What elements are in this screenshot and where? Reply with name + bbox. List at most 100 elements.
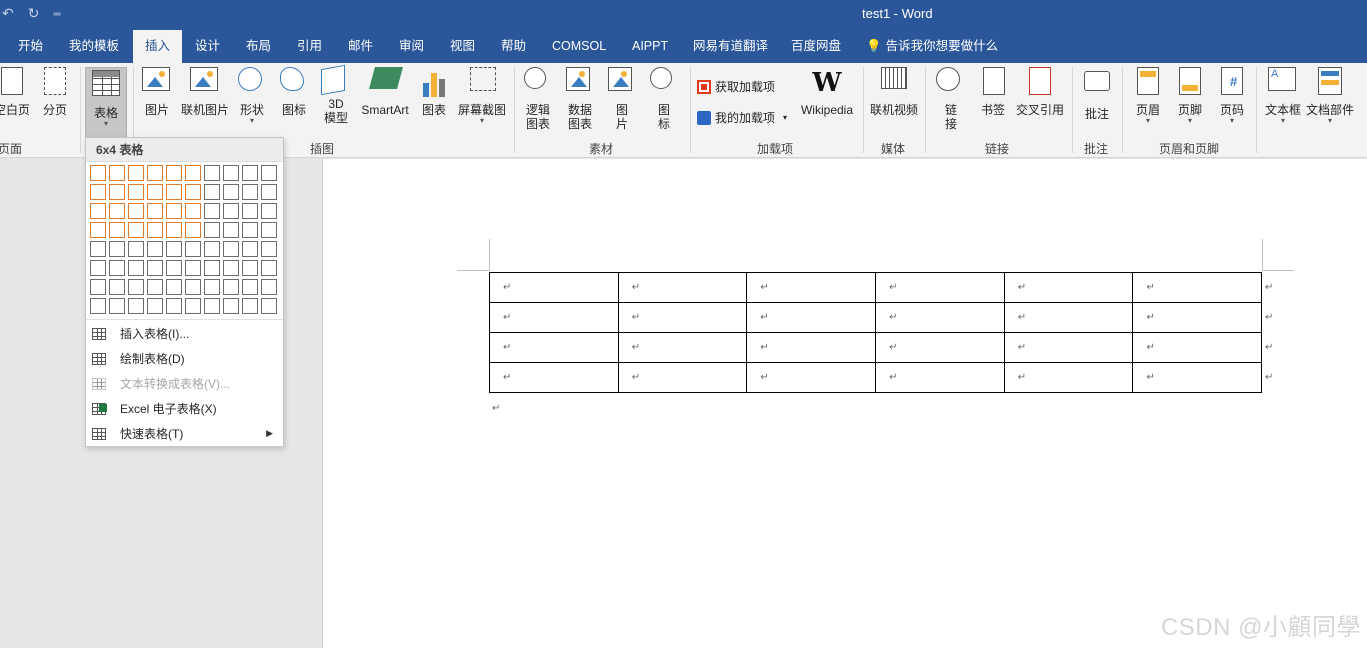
document-page[interactable] — [323, 159, 1367, 648]
online-video-button[interactable]: 联机视频 — [869, 67, 919, 117]
table-grid-cell[interactable] — [261, 260, 277, 276]
footer-button[interactable]: 页脚 ▾ — [1175, 67, 1205, 125]
table-cell[interactable]: ↵ — [746, 302, 877, 333]
insert-table-item[interactable]: 插入表格(I)... — [86, 321, 283, 346]
table-grid-cell[interactable] — [223, 222, 239, 238]
table-grid-cell[interactable] — [166, 222, 182, 238]
tab-view[interactable]: 视图 — [450, 30, 475, 63]
table-grid-cell[interactable] — [147, 279, 163, 295]
table-grid-cell[interactable] — [147, 184, 163, 200]
table-grid-cell[interactable] — [242, 203, 258, 219]
table-grid-cell[interactable] — [261, 241, 277, 257]
table-cell[interactable]: ↵ — [489, 272, 619, 303]
table-grid-cell[interactable] — [128, 298, 144, 314]
table-grid-cell[interactable] — [223, 298, 239, 314]
table-grid-cell[interactable] — [90, 184, 106, 200]
screenshot-button[interactable]: 屏幕截图 ▾ — [457, 67, 507, 125]
table-row[interactable]: ↵ ↵ ↵ ↵ ↵ ↵ — [489, 332, 1263, 363]
table-grid-cell[interactable] — [242, 279, 258, 295]
table-grid-cell[interactable] — [242, 241, 258, 257]
table-grid-cell[interactable] — [166, 203, 182, 219]
table-grid-cell[interactable] — [204, 203, 220, 219]
table-grid-cell[interactable] — [185, 184, 201, 200]
tab-review[interactable]: 审阅 — [399, 30, 424, 63]
table-grid-cell[interactable] — [223, 184, 239, 200]
table-cell[interactable]: ↵ — [617, 332, 748, 363]
table-cell[interactable]: ↵ — [746, 332, 877, 363]
table-cell[interactable]: ↵ — [746, 362, 877, 393]
table-grid-cell[interactable] — [147, 298, 163, 314]
table-cell[interactable]: ↵ — [875, 272, 1005, 303]
quick-tables-item[interactable]: 快速表格(T) ▶ — [86, 421, 283, 446]
table-grid-cell[interactable] — [166, 260, 182, 276]
table-grid-cell[interactable] — [90, 260, 106, 276]
table-grid-cell[interactable] — [261, 184, 277, 200]
material-picture-button[interactable]: 图 片 — [608, 67, 636, 131]
table-grid-cell[interactable] — [261, 165, 277, 181]
table-grid-cell[interactable] — [185, 203, 201, 219]
get-addins-button[interactable]: 获取加载项 — [697, 78, 775, 95]
link-button[interactable]: 链 接 — [935, 67, 967, 131]
tab-insert[interactable]: 插入 — [133, 30, 182, 63]
table-grid-cell[interactable] — [242, 298, 258, 314]
table-cell[interactable]: ↵ — [617, 272, 748, 303]
table-grid-cell[interactable] — [109, 260, 125, 276]
tab-references[interactable]: 引用 — [297, 30, 322, 63]
3d-model-button[interactable]: 3D 模型 — [321, 64, 351, 125]
table-grid-cell[interactable] — [166, 241, 182, 257]
table-grid-cell[interactable] — [185, 279, 201, 295]
tab-baidu-netdisk[interactable]: 百度网盘 — [791, 30, 841, 63]
table-cell[interactable]: ↵ — [489, 332, 619, 363]
tab-my-templates[interactable]: 我的模板 — [69, 30, 125, 63]
table-grid-cell[interactable] — [109, 203, 125, 219]
table-grid-cell[interactable] — [242, 222, 258, 238]
table-grid-cell[interactable] — [109, 241, 125, 257]
shapes-button[interactable]: 形状 ▾ — [238, 67, 266, 125]
table-grid-cell[interactable] — [90, 298, 106, 314]
table-grid-cell[interactable] — [147, 165, 163, 181]
table-cell[interactable]: ↵ — [617, 362, 748, 393]
table-row[interactable]: ↵ ↵ ↵ ↵ ↵ ↵ — [489, 362, 1263, 393]
table-cell[interactable]: ↵ — [1003, 302, 1134, 333]
table-grid-cell[interactable] — [204, 165, 220, 181]
tell-me-box[interactable]: 💡 告诉我你想要做什么 — [866, 30, 998, 63]
table-cell[interactable]: ↵ — [875, 362, 1005, 393]
table-grid-cell[interactable] — [147, 203, 163, 219]
tab-help[interactable]: 帮助 — [501, 30, 526, 63]
table-grid-cell[interactable] — [223, 279, 239, 295]
page-break-button[interactable]: 分页 — [40, 67, 70, 117]
table-grid-cell[interactable] — [204, 222, 220, 238]
table-grid-cell[interactable] — [185, 165, 201, 181]
table-grid-cell[interactable] — [242, 184, 258, 200]
table-cell[interactable]: ↵ — [1003, 272, 1134, 303]
data-chart-button[interactable]: 数据 图表 — [566, 67, 594, 131]
wikipedia-button[interactable]: W Wikipedia — [798, 67, 856, 117]
draw-table-item[interactable]: 绘制表格(D) — [86, 346, 283, 371]
blank-page-button[interactable]: 空白页 — [0, 67, 32, 117]
table-grid-cell[interactable] — [166, 165, 182, 181]
table-grid-cell[interactable] — [147, 222, 163, 238]
table-grid-cell[interactable] — [185, 260, 201, 276]
cross-reference-button[interactable]: 交叉引用 — [1015, 67, 1065, 117]
excel-spreadsheet-item[interactable]: Excel 电子表格(X) — [86, 396, 283, 421]
table-grid-cell[interactable] — [128, 165, 144, 181]
table-grid-cell[interactable] — [147, 260, 163, 276]
table-cell[interactable]: ↵ — [617, 302, 748, 333]
table-grid-cell[interactable] — [223, 241, 239, 257]
table-cell[interactable]: ↵ — [1132, 362, 1263, 393]
table-grid-cell[interactable] — [261, 203, 277, 219]
bookmark-button[interactable]: 书签 — [979, 67, 1007, 117]
table-grid-cell[interactable] — [128, 222, 144, 238]
chart-button[interactable]: 图表 — [420, 67, 448, 117]
table-grid-cell[interactable] — [90, 165, 106, 181]
table-grid-cell[interactable] — [147, 241, 163, 257]
table-grid-cell[interactable] — [204, 184, 220, 200]
header-button[interactable]: 页眉 ▾ — [1133, 67, 1163, 125]
table-grid-cell[interactable] — [223, 165, 239, 181]
smartart-button[interactable]: SmartArt — [359, 67, 411, 117]
table-grid-cell[interactable] — [90, 203, 106, 219]
table-grid-cell[interactable] — [204, 241, 220, 257]
online-picture-button[interactable]: 联机图片 — [180, 67, 230, 117]
table-grid-cell[interactable] — [109, 222, 125, 238]
table-cell[interactable]: ↵ — [746, 272, 877, 303]
